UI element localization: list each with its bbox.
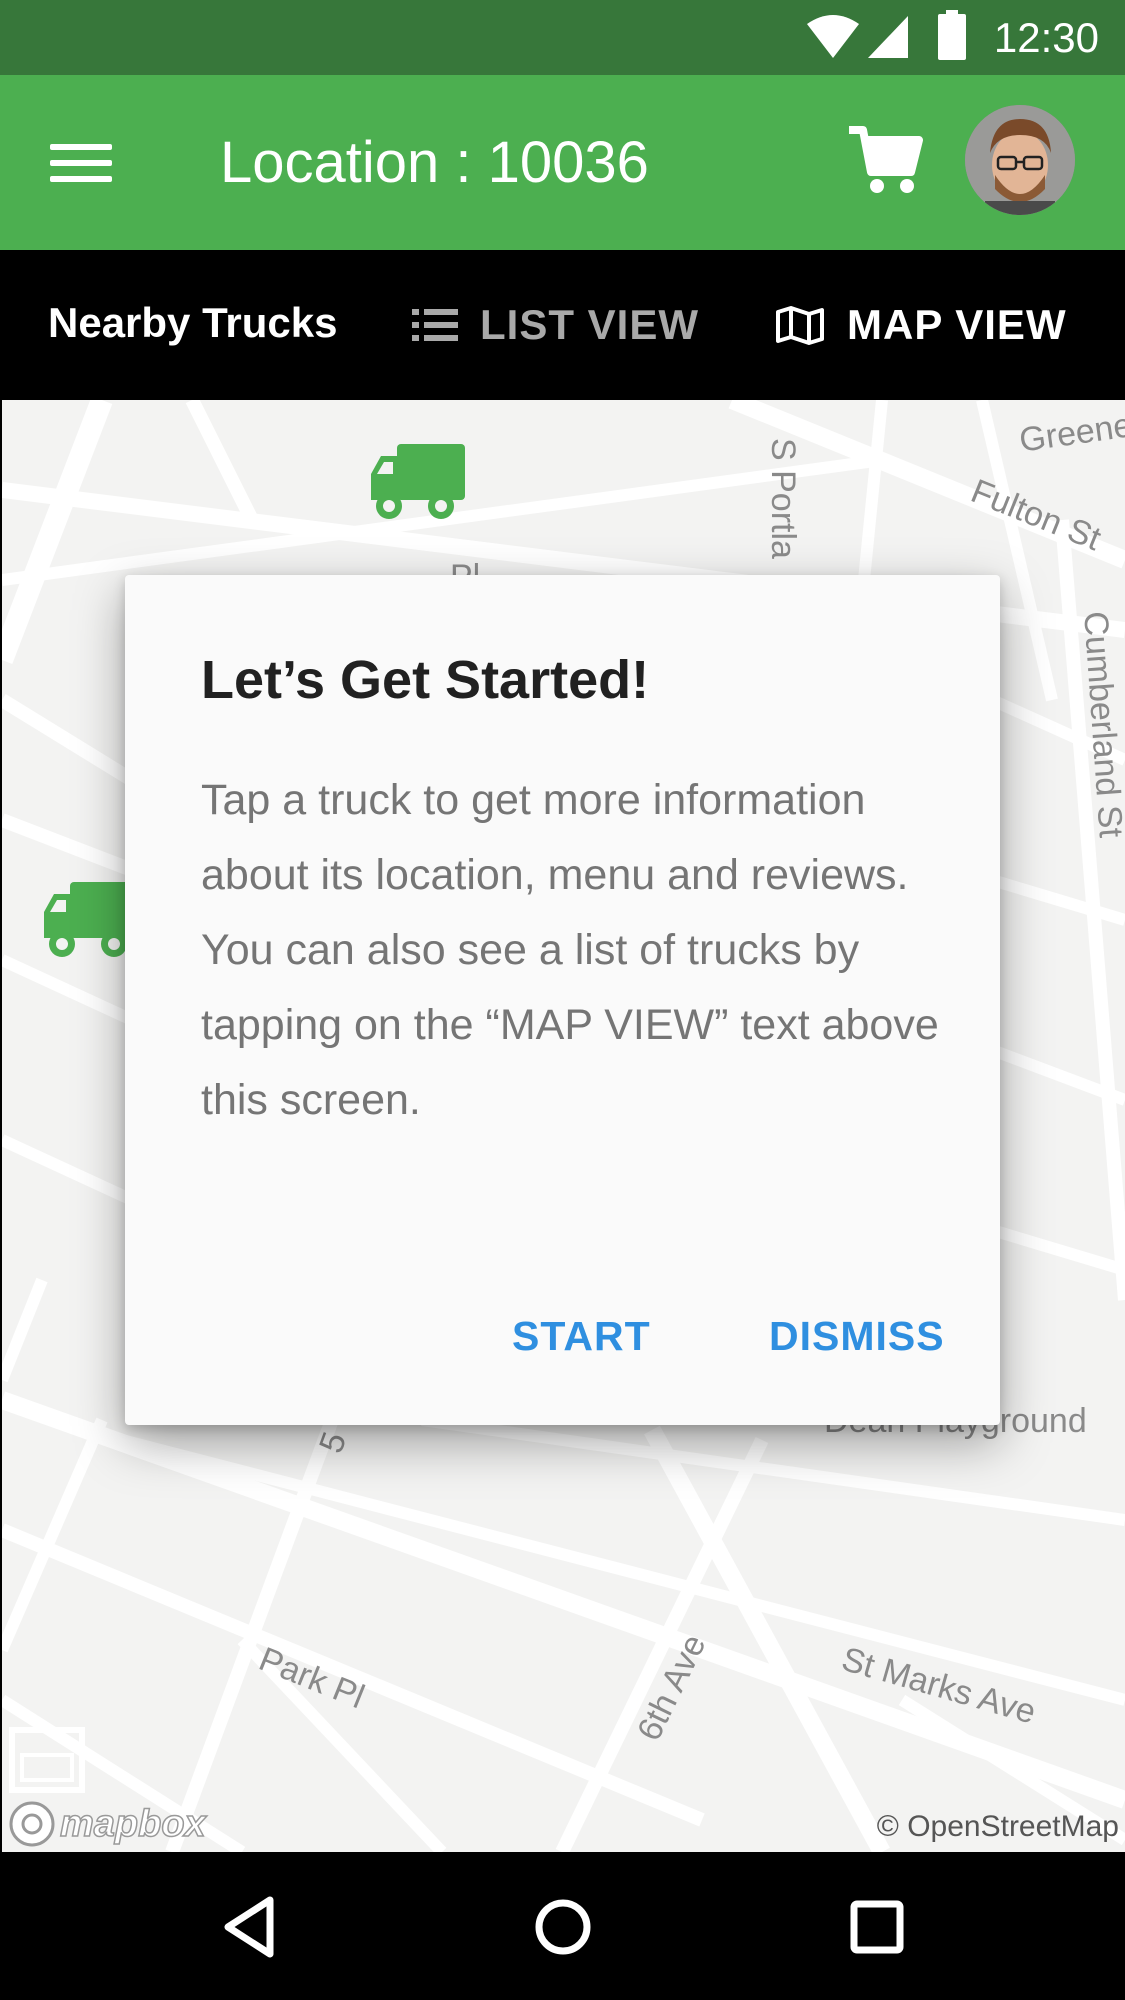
map-icon <box>776 306 824 345</box>
food-truck-icon[interactable] <box>367 444 467 524</box>
tab-map-view-label: MAP VIEW <box>847 301 1067 348</box>
system-nav-bar <box>0 1852 1125 2000</box>
home-icon[interactable] <box>528 1892 598 1962</box>
street-label-portland: S Portla <box>764 438 802 559</box>
app-bar: Location : 10036 <box>0 75 1125 250</box>
avatar[interactable] <box>965 105 1075 215</box>
hamburger-menu-icon[interactable] <box>50 140 112 186</box>
status-bar: 12:30 <box>0 0 1125 75</box>
tab-list-view[interactable]: LIST VIEW <box>412 295 699 355</box>
mapbox-mark-icon <box>9 1801 55 1847</box>
back-icon[interactable] <box>214 1892 284 1962</box>
osm-attribution[interactable]: © OpenStreetMap <box>877 1810 1119 1844</box>
view-tabs: Nearby Trucks LIST VIEW MAP VIEW <box>0 250 1125 400</box>
onboarding-dialog: Let’s Get Started! Tap a truck to get mo… <box>125 575 1000 1425</box>
cell-signal-icon <box>868 16 908 58</box>
wifi-icon <box>807 15 859 58</box>
battery-icon <box>938 10 966 60</box>
list-icon <box>412 309 458 341</box>
dialog-body: Tap a truck to get more information abou… <box>201 776 939 1124</box>
tab-map-view[interactable]: MAP VIEW <box>775 295 1067 355</box>
dialog-title: Let’s Get Started! <box>201 650 650 710</box>
tab-list-view-label: LIST VIEW <box>480 301 699 348</box>
dismiss-button[interactable]: DISMISS <box>769 1313 945 1360</box>
tabs-heading: Nearby Trucks <box>48 299 338 346</box>
shopping-cart-icon[interactable] <box>845 120 925 200</box>
status-time: 12:30 <box>993 14 1099 61</box>
recents-icon[interactable] <box>842 1892 912 1962</box>
page-title: Location : 10036 <box>220 130 649 195</box>
mapbox-logo-text: mapbox <box>59 1802 206 1846</box>
mapbox-logo[interactable]: mapbox <box>8 1800 206 1848</box>
start-button[interactable]: START <box>512 1313 651 1360</box>
